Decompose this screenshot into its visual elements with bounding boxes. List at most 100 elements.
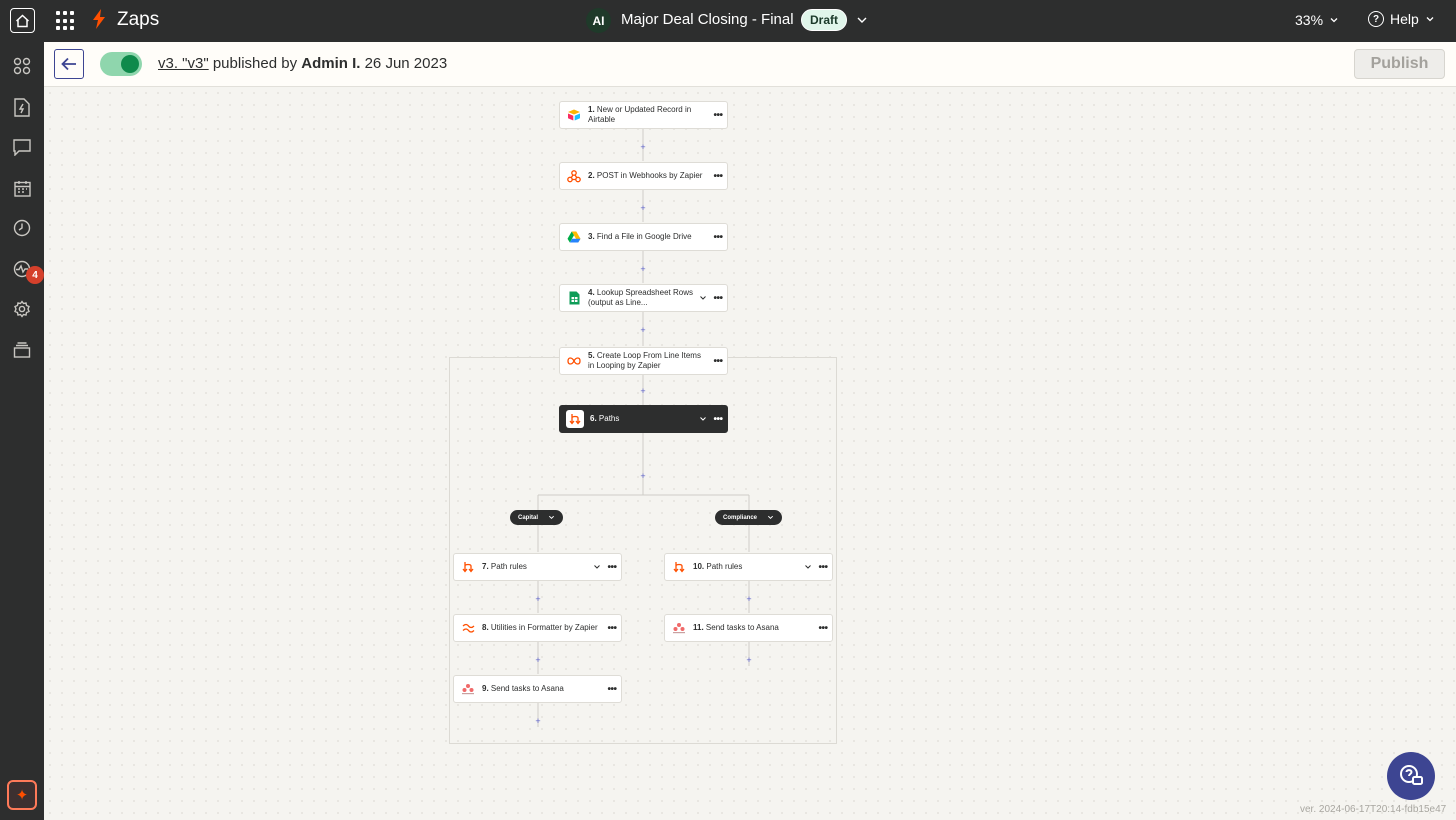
author-name: Admin I. [301,55,361,72]
help-circle-icon: ? [1368,11,1384,27]
step-card-11[interactable]: 11. Send tasks to Asana ••• [664,614,833,642]
step-label: 4. Lookup Spreadsheet Rows (output as Li… [588,288,693,307]
more-options-button[interactable]: ••• [814,623,832,634]
more-options-button[interactable]: ••• [603,684,621,695]
google-drive-icon [566,229,582,245]
step-card-9[interactable]: 9. Send tasks to Asana ••• [453,675,622,703]
step-label: 2. POST in Webhooks by Zapier [588,171,703,180]
looping-icon [566,353,582,369]
more-options-button[interactable]: ••• [603,623,621,634]
more-options-button[interactable]: ••• [709,171,727,182]
branch-name: Capital [518,514,539,521]
version-info: v3. "v3" published by Admin I. 26 Jun 20… [158,55,447,72]
zap-toggle[interactable] [100,52,142,76]
asana-icon [460,681,476,697]
add-step-button[interactable]: + [638,203,648,213]
left-sidebar: 4 ✦ [0,42,44,820]
more-options-button[interactable]: ••• [709,110,727,121]
apps-grid-icon[interactable] [56,11,76,31]
chevron-down-icon[interactable] [802,563,814,571]
step-label: 10. Path rules [693,562,743,571]
step-card-5[interactable]: 5. Create Loop From Line Items in Loopin… [559,347,728,375]
branch-label-capital[interactable]: Capital [510,510,564,525]
asana-icon [671,620,687,636]
history-icon[interactable] [12,218,32,238]
home-icon[interactable] [10,8,35,33]
more-options-button[interactable]: ••• [709,356,727,367]
paths-icon [671,559,687,575]
step-label: 8. Utilities in Formatter by Zapier [482,623,598,632]
version-link[interactable]: v3. "v3" [158,55,209,72]
layers-icon[interactable] [12,340,32,360]
settings-icon[interactable] [12,299,32,319]
apps-icon[interactable] [12,56,32,76]
top-bar: Zaps AI Major Deal Closing - Final Draft… [0,0,1456,42]
add-step-button[interactable]: + [638,471,648,481]
step-label: 11. Send tasks to Asana [693,623,779,632]
step-label: 3. Find a File in Google Drive [588,232,692,241]
step-card-10[interactable]: 10. Path rules ••• [664,553,833,581]
branch-label-compliance[interactable]: Compliance [715,510,783,525]
more-options-button[interactable]: ••• [603,562,621,573]
chevron-down-icon[interactable] [697,294,709,302]
step-label: 5. Create Loop From Line Items in Loopin… [588,351,701,370]
zap-title[interactable]: Major Deal Closing - Final [621,11,794,28]
chevron-down-icon[interactable] [697,415,709,423]
avatar[interactable]: AI [586,8,611,33]
add-step-button[interactable]: + [638,325,648,335]
zoom-level: 33% [1295,12,1324,28]
paths-icon [460,559,476,575]
step-card-4[interactable]: 4. Lookup Spreadsheet Rows (output as Li… [559,284,728,312]
toggle-knob [121,55,139,73]
more-options-button[interactable]: ••• [709,414,727,425]
add-step-button[interactable]: + [638,386,648,396]
chevron-down-icon[interactable] [591,563,603,571]
step-label: 7. Path rules [482,562,527,571]
arrow-left-icon [61,57,76,71]
zapier-bolt-icon [92,9,106,34]
branch-name: Compliance [723,514,758,521]
formatter-icon [460,620,476,636]
publish-date: 26 Jun 2023 [360,55,448,72]
back-button[interactable] [54,49,84,79]
google-sheets-icon [566,290,582,306]
step-card-8[interactable]: 8. Utilities in Formatter by Zapier ••• [453,614,622,642]
step-card-6[interactable]: 6. Paths ••• [559,405,728,433]
step-card-1[interactable]: 1. New or Updated Record in Airtable ••• [559,101,728,129]
airtable-icon [566,107,582,123]
chevron-down-icon [1330,18,1338,23]
notification-badge: 4 [26,266,44,284]
more-options-button[interactable]: ••• [814,562,832,573]
paths-icon [566,410,584,428]
sparkle-icon[interactable]: ✦ [7,780,37,810]
more-options-button[interactable]: ••• [709,293,727,304]
publish-button[interactable]: Publish [1354,49,1445,79]
help-menu[interactable]: ? Help [1368,11,1435,27]
version-bar: v3. "v3" published by Admin I. 26 Jun 20… [44,42,1456,87]
step-label: 6. Paths [590,414,620,423]
add-step-button[interactable]: + [638,142,648,152]
calendar-icon[interactable] [12,178,32,198]
step-card-3[interactable]: 3. Find a File in Google Drive ••• [559,223,728,251]
more-options-button[interactable]: ••• [709,232,727,243]
published-by-text: published by [208,55,302,72]
add-step-button[interactable]: + [533,716,543,726]
chevron-down-icon [548,515,555,520]
chevron-down-icon[interactable] [856,13,868,31]
zap-file-icon[interactable] [12,97,32,117]
step-label: 9. Send tasks to Asana [482,684,564,693]
chevron-down-icon [1426,17,1434,22]
add-step-button[interactable]: + [533,655,543,665]
zoom-selector[interactable]: 33% [1295,12,1339,28]
step-card-2[interactable]: 2. POST in Webhooks by Zapier ••• [559,162,728,190]
add-step-button[interactable]: + [744,655,754,665]
brand-name[interactable]: Zaps [117,9,159,31]
add-step-button[interactable]: + [744,594,754,604]
support-chat-icon[interactable] [1387,752,1435,800]
step-label: 1. New or Updated Record in Airtable [588,105,692,124]
step-card-7[interactable]: 7. Path rules ••• [453,553,622,581]
chat-icon[interactable] [12,137,32,157]
add-step-button[interactable]: + [533,594,543,604]
webhooks-icon [566,168,582,184]
add-step-button[interactable]: + [638,264,648,274]
